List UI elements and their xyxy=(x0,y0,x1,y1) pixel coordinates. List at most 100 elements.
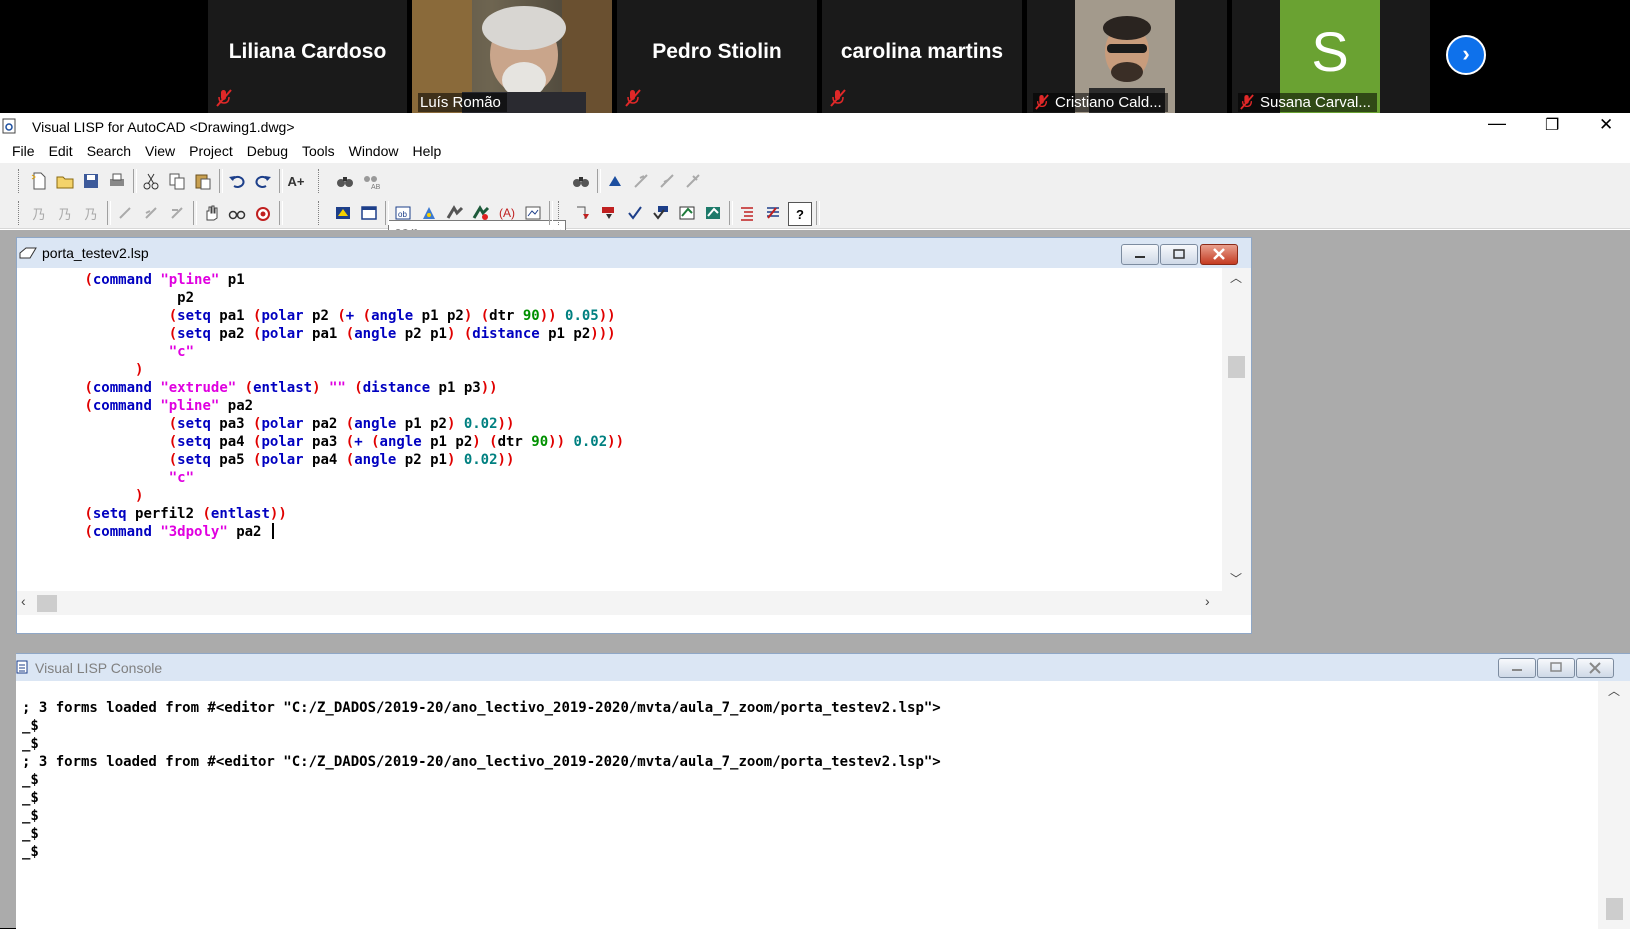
menu-window[interactable]: Window xyxy=(342,139,406,159)
console-output[interactable]: ; 3 forms loaded from #<editor "C:/Z_DAD… xyxy=(16,681,1598,929)
participant-tile[interactable]: S Susana Carval... xyxy=(1232,0,1430,113)
watch-icon[interactable] xyxy=(226,202,248,224)
copy-icon[interactable] xyxy=(166,170,188,192)
scrollbar-thumb[interactable] xyxy=(1606,898,1623,920)
inspect-icon[interactable]: ob xyxy=(392,202,414,224)
find-toolbar-icon[interactable] xyxy=(570,170,592,192)
menu-file[interactable]: File xyxy=(0,139,42,159)
participant-tile[interactable]: Pedro Stiolin xyxy=(617,0,817,113)
symbol-service-icon[interactable] xyxy=(444,202,466,224)
menu-tools[interactable]: Tools xyxy=(295,139,342,159)
editor-maximize-button[interactable] xyxy=(1160,244,1198,265)
close-button[interactable]: ✕ xyxy=(1599,115,1613,135)
autocad-icon[interactable]: (A) xyxy=(496,202,518,224)
scrollbar-thumb[interactable] xyxy=(1228,356,1245,378)
help-icon[interactable]: ? xyxy=(788,202,812,226)
menu-project[interactable]: Project xyxy=(182,139,240,159)
menu-edit[interactable]: Edit xyxy=(42,139,80,159)
menu-view[interactable]: View xyxy=(138,139,182,159)
uncomment-block-icon[interactable] xyxy=(762,202,784,224)
last-break-icon[interactable] xyxy=(252,202,274,224)
lisp-file-icon xyxy=(19,247,37,259)
minimize-button[interactable]: — xyxy=(1488,113,1506,134)
step-into-icon[interactable]: 乃 xyxy=(28,202,50,224)
editor-vertical-scrollbar[interactable]: ︿ ﹀ xyxy=(1222,268,1251,591)
cut-icon[interactable] xyxy=(140,170,162,192)
previous-bookmark-icon[interactable] xyxy=(656,170,678,192)
code-token: ( xyxy=(168,434,178,450)
save-icon[interactable] xyxy=(80,170,102,192)
continue-icon[interactable] xyxy=(114,202,136,224)
code-token: p1 p3 xyxy=(430,380,481,396)
editor-close-button[interactable] xyxy=(1200,244,1238,265)
code-token: entlast xyxy=(210,506,270,522)
menu-help[interactable]: Help xyxy=(405,139,448,159)
redo-icon[interactable] xyxy=(252,170,274,192)
toolbar-grip[interactable] xyxy=(18,201,23,225)
check-selection-icon[interactable] xyxy=(650,202,672,224)
console-minimize-button[interactable] xyxy=(1498,658,1536,678)
scroll-down-icon[interactable]: ﹀ xyxy=(1230,570,1242,587)
scroll-up-icon[interactable]: ︿ xyxy=(1608,682,1620,699)
editor-title-bar: porta_testev2.lsp xyxy=(17,238,1251,268)
new-file-icon[interactable] xyxy=(28,170,50,192)
svg-text:ob: ob xyxy=(398,210,407,219)
code-token: ( xyxy=(84,398,93,414)
step-out-icon[interactable]: 乃 xyxy=(80,202,102,224)
trace-icon[interactable] xyxy=(418,202,440,224)
toggle-bookmark-icon[interactable] xyxy=(604,170,626,192)
next-page-button[interactable]: › xyxy=(1446,35,1486,75)
reset-icon[interactable] xyxy=(166,202,188,224)
restore-button[interactable]: ❐ xyxy=(1545,115,1559,135)
toolbar-grip[interactable] xyxy=(318,169,323,193)
code-token: angle xyxy=(354,326,397,342)
step-over-icon[interactable]: 乃 xyxy=(54,202,76,224)
find-icon[interactable] xyxy=(334,170,356,192)
quit-icon[interactable] xyxy=(140,202,162,224)
replace-icon[interactable]: AB xyxy=(360,170,382,192)
editor-minimize-button[interactable] xyxy=(1121,244,1159,265)
code-token: pa3 xyxy=(303,434,346,450)
comment-block-icon[interactable] xyxy=(736,202,758,224)
scroll-left-icon[interactable]: ‹ xyxy=(21,593,26,609)
participant-tile[interactable]: Liliana Cardoso xyxy=(208,0,407,113)
participant-tile[interactable]: Cristiano Cald... xyxy=(1027,0,1227,113)
load-active-window-icon[interactable] xyxy=(676,202,698,224)
paste-icon[interactable] xyxy=(192,170,214,192)
open-file-icon[interactable] xyxy=(54,170,76,192)
hand-icon[interactable] xyxy=(200,202,222,224)
undo-icon[interactable] xyxy=(226,170,248,192)
scrollbar-thumb[interactable] xyxy=(37,595,57,612)
console-maximize-button[interactable] xyxy=(1537,658,1575,678)
format-selection-icon[interactable] xyxy=(598,202,620,224)
editor-horizontal-scrollbar[interactable]: ‹ › xyxy=(17,591,1222,615)
console-vertical-scrollbar[interactable]: ︿ xyxy=(1598,681,1630,929)
toolbar-grip[interactable] xyxy=(318,201,323,225)
activate-autocad-icon[interactable] xyxy=(332,202,354,224)
format-window-icon[interactable] xyxy=(572,202,594,224)
print-icon[interactable] xyxy=(106,170,128,192)
load-selection-icon[interactable] xyxy=(702,202,724,224)
code-token: )) xyxy=(269,506,287,522)
console-close-button[interactable] xyxy=(1576,658,1614,678)
participant-tile[interactable]: carolina martins xyxy=(822,0,1022,113)
code-token: polar xyxy=(261,416,304,432)
muted-mic-icon xyxy=(625,89,641,107)
vlisp-help-icon[interactable] xyxy=(522,202,544,224)
menu-debug[interactable]: Debug xyxy=(240,139,295,159)
menu-search[interactable]: Search xyxy=(80,139,138,159)
clear-bookmarks-icon[interactable] xyxy=(682,170,704,192)
code-editor[interactable]: (command "pline" p1 p2 (setq pa1 (polar … xyxy=(17,268,1222,591)
load-window-icon[interactable] xyxy=(358,202,380,224)
participant-tile[interactable]: Luís Romão xyxy=(412,0,612,113)
scroll-right-icon[interactable]: › xyxy=(1205,593,1210,609)
next-bookmark-icon[interactable] xyxy=(630,170,652,192)
complete-word-icon[interactable]: A+ xyxy=(285,170,307,192)
apropos-icon[interactable] xyxy=(470,202,492,224)
size-grip[interactable] xyxy=(1222,591,1251,615)
toolbar-grip[interactable] xyxy=(558,201,563,225)
code-token: )) xyxy=(539,308,557,324)
scroll-up-icon[interactable]: ︿ xyxy=(1230,269,1242,286)
toolbar-grip[interactable] xyxy=(18,169,23,193)
check-window-icon[interactable] xyxy=(624,202,646,224)
